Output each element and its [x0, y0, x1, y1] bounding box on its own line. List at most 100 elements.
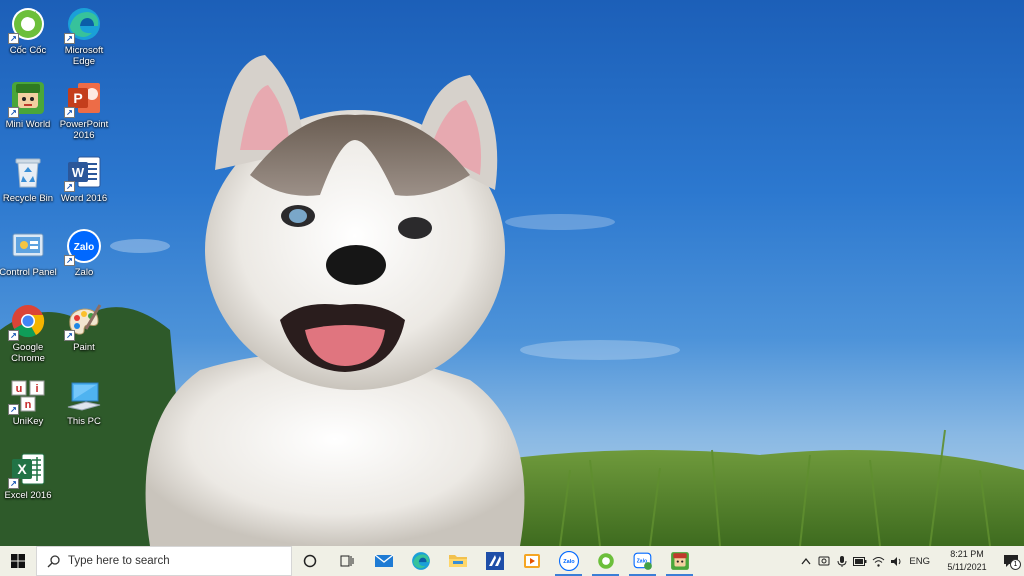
taskbar-edge[interactable]	[402, 546, 439, 576]
word-icon: W ↗	[64, 154, 102, 192]
wifi-icon	[872, 556, 885, 567]
coccoc-browser-icon: ↗	[8, 6, 46, 44]
unikey-icon: uin ↗	[8, 377, 46, 415]
taskbar: Type here to search Zalo Zalo ENG 8:21 P…	[0, 546, 1024, 576]
desktop-icon-label: Paint	[73, 342, 95, 353]
system-tray: ENG 8:21 PM 5/11/2021 1	[797, 546, 1024, 576]
chevron-up-icon	[801, 557, 811, 565]
tray-camera[interactable]	[815, 546, 833, 576]
desktop-icon-label: PowerPoint 2016	[59, 119, 109, 141]
show-hidden-icons-button[interactable]	[797, 546, 815, 576]
word-letter: W	[72, 165, 85, 180]
desktop-icon-excel[interactable]: X ↗ Excel 2016	[0, 447, 56, 501]
zalo-icon-text: Zalo	[74, 242, 95, 253]
desktop-icon-chrome[interactable]: ↗ Google Chrome	[0, 299, 56, 364]
shortcut-arrow-icon: ↗	[8, 478, 19, 489]
taskbar-media-player[interactable]	[513, 546, 550, 576]
desktop-icon-paint[interactable]: ↗ Paint	[56, 299, 112, 353]
media-player-icon	[523, 554, 540, 568]
desktop-icon-label: Recycle Bin	[2, 193, 54, 204]
zalo-icon: Zalo	[558, 551, 579, 571]
svg-text:u: u	[16, 383, 23, 395]
shortcut-arrow-icon: ↗	[64, 107, 75, 118]
shortcut-arrow-icon: ↗	[64, 33, 75, 44]
camera-icon	[818, 556, 830, 566]
taskbar-zalo[interactable]: Zalo	[550, 546, 587, 576]
file-explorer-icon	[448, 555, 467, 567]
desktop-icon-recycle-bin[interactable]: Recycle Bin	[0, 150, 56, 204]
powerpoint-letter: P	[73, 90, 82, 106]
mini-world-icon	[670, 552, 689, 570]
speaker-icon	[890, 556, 901, 566]
desktop-icon-mini-world[interactable]: ↗ Mini World	[0, 76, 56, 130]
search-icon	[47, 554, 60, 567]
desktop-icon-word[interactable]: W ↗ Word 2016	[56, 150, 112, 204]
tray-battery[interactable]	[851, 546, 869, 576]
tray-volume[interactable]	[887, 546, 905, 576]
taskbar-file-explorer[interactable]	[439, 546, 476, 576]
desktop-icon-this-pc[interactable]: This PC	[56, 373, 112, 427]
taskbar-search-box[interactable]: Type here to search	[36, 546, 292, 576]
task-view-button[interactable]	[328, 546, 365, 576]
taskbar-mail[interactable]	[365, 546, 402, 576]
tray-microphone[interactable]	[833, 546, 851, 576]
desktop-icon-powerpoint[interactable]: P ↗ PowerPoint 2016	[56, 76, 112, 141]
desktop-icon-zalo[interactable]: Zalo ↗ Zalo	[56, 224, 112, 278]
tray-wifi[interactable]	[869, 546, 887, 576]
desktop-icon-control-panel[interactable]: Control Panel	[0, 224, 57, 278]
desktop-icon-label: Excel 2016	[4, 490, 52, 501]
cortana-button[interactable]	[292, 546, 328, 576]
powerpoint-icon: P ↗	[64, 80, 102, 118]
paint-icon: ↗	[64, 303, 102, 341]
microphone-icon	[837, 555, 847, 567]
shortcut-arrow-icon: ↗	[8, 404, 19, 415]
svg-text:i: i	[35, 383, 38, 395]
desktop-icon-label: Zalo	[74, 267, 94, 278]
taskbar-mini-world[interactable]	[661, 546, 698, 576]
zalo-icon: Zalo	[633, 552, 652, 570]
taskbar-zalo-chat[interactable]: Zalo	[624, 546, 661, 576]
taskbar-app[interactable]	[476, 546, 513, 576]
action-center-button[interactable]: 1	[998, 546, 1024, 576]
shortcut-arrow-icon: ↗	[64, 255, 75, 266]
shortcut-arrow-icon: ↗	[8, 330, 19, 341]
edge-icon: ↗	[64, 6, 102, 44]
taskbar-coccoc[interactable]	[587, 546, 624, 576]
notification-count-badge: 1	[1010, 559, 1021, 570]
excel-icon: X ↗	[8, 451, 46, 489]
recycle-bin-icon	[10, 154, 46, 190]
desktop-icon-label: UniKey	[12, 416, 44, 427]
desktop-icon-label: Word 2016	[60, 193, 108, 204]
windows-logo-icon	[11, 554, 25, 568]
desktop-icon-coccoc[interactable]: ↗ Cốc Cốc	[0, 2, 56, 56]
clock-time: 8:21 PM	[950, 549, 984, 559]
desktop-icon-edge[interactable]: ↗ Microsoft Edge	[56, 2, 112, 67]
excel-letter: X	[17, 461, 27, 477]
desktop-icon-unikey[interactable]: uin ↗ UniKey	[0, 373, 56, 427]
app-icon	[485, 552, 504, 570]
coccoc-browser-icon	[597, 553, 614, 569]
desktop-icon-label: Mini World	[5, 119, 51, 130]
mini-world-icon: ↗	[8, 80, 46, 118]
cortana-icon	[303, 554, 317, 568]
clock[interactable]: 8:21 PM 5/11/2021	[936, 548, 998, 574]
clock-date: 5/11/2021	[947, 562, 987, 572]
shortcut-arrow-icon: ↗	[8, 33, 19, 44]
shortcut-arrow-icon: ↗	[8, 107, 19, 118]
task-view-icon	[340, 555, 353, 567]
zalo-icon: Zalo ↗	[64, 228, 102, 266]
search-placeholder: Type here to search	[68, 555, 170, 567]
desktop-icon-area: ↗ Cốc Cốc ↗ Microsoft Edge ↗ Mini World …	[0, 0, 120, 546]
svg-text:Zalo: Zalo	[563, 559, 575, 565]
shortcut-arrow-icon: ↗	[64, 330, 75, 341]
desktop-icon-label: This PC	[67, 416, 101, 427]
start-button[interactable]	[0, 546, 36, 576]
husky-puppy-image	[0, 55, 1024, 546]
desktop-icon-label: Control Panel	[0, 267, 57, 278]
control-panel-icon	[10, 228, 46, 264]
desktop-wallpaper	[0, 0, 1024, 546]
svg-text:n: n	[25, 399, 32, 411]
input-language-indicator[interactable]: ENG	[909, 556, 930, 567]
mail-icon	[374, 554, 393, 567]
desktop-icon-label: Cốc Cốc	[9, 45, 47, 56]
